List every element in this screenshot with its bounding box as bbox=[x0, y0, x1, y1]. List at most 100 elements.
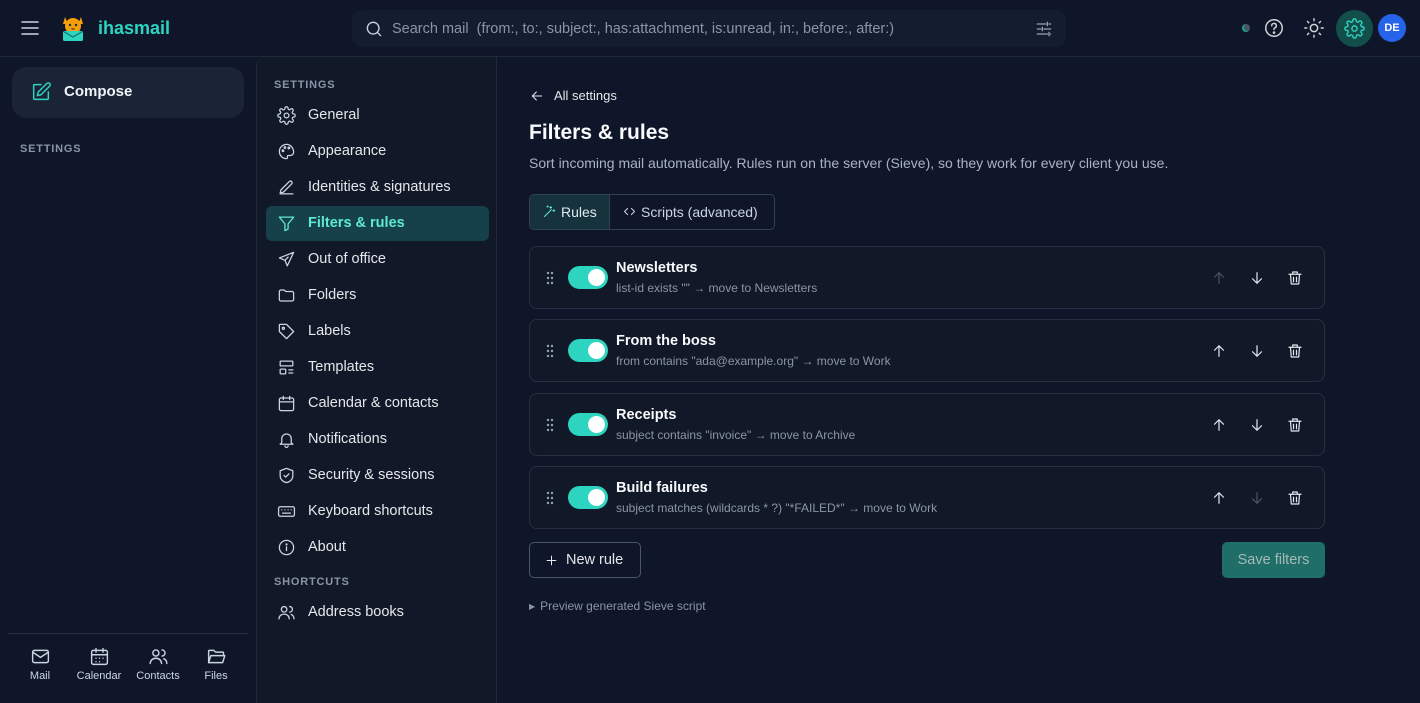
nav-item-keyboard-shortcuts[interactable]: Keyboard shortcuts bbox=[266, 494, 489, 529]
settings-gear-icon[interactable] bbox=[1336, 10, 1373, 47]
tab-scripts-advanced[interactable]: Scripts (advanced) bbox=[610, 195, 774, 229]
bell-icon bbox=[279, 433, 294, 448]
nav-item-general[interactable]: General bbox=[266, 98, 489, 133]
shield-icon bbox=[279, 467, 294, 484]
nav-item-appearance[interactable]: Appearance bbox=[266, 134, 489, 169]
move-down-arrow-icon[interactable] bbox=[1247, 268, 1267, 288]
move-down-arrow-icon[interactable] bbox=[1247, 341, 1267, 361]
app-calendar[interactable]: Calendar bbox=[69, 646, 129, 682]
app-mail[interactable]: Mail bbox=[10, 646, 70, 682]
rule-card: Newsletters list-id exists "" → move to … bbox=[529, 246, 1325, 309]
search-input[interactable] bbox=[392, 10, 1022, 47]
main-content: All settings Filters & rules Sort incomi… bbox=[497, 57, 1420, 703]
nav-item-label: Filters & rules bbox=[308, 215, 405, 231]
rule-description: subject contains "invoice" → move to Arc… bbox=[616, 428, 856, 442]
move-up-arrow-icon[interactable] bbox=[1209, 268, 1229, 288]
pen-icon bbox=[279, 180, 294, 195]
drag-handle-icon[interactable] bbox=[544, 343, 556, 359]
rule-enabled-toggle[interactable] bbox=[568, 266, 608, 289]
ihasmail-logo bbox=[56, 11, 90, 45]
nav-item-identities[interactable]: Identities & signatures bbox=[266, 170, 489, 205]
app-files[interactable]: Files bbox=[186, 646, 246, 682]
nav-item-calendar-contacts[interactable]: Calendar & contacts bbox=[266, 386, 489, 421]
app-contacts[interactable]: Contacts bbox=[128, 646, 188, 682]
nav-item-templates[interactable]: Templates bbox=[266, 350, 489, 385]
nav-item-notifications[interactable]: Notifications bbox=[266, 422, 489, 457]
tab-rules[interactable]: Rules bbox=[530, 195, 610, 229]
rule-name: From the boss bbox=[616, 333, 716, 349]
help-icon[interactable] bbox=[1263, 17, 1285, 39]
move-up-arrow-icon[interactable] bbox=[1209, 341, 1229, 361]
shortcuts-section-label: SHORTCUTS bbox=[274, 576, 350, 588]
disclosure-triangle-icon: ▶ bbox=[529, 602, 536, 611]
tab-rules-label: Rules bbox=[561, 204, 597, 220]
delete-trash-icon[interactable] bbox=[1285, 268, 1305, 288]
user-avatar[interactable]: DE bbox=[1378, 14, 1406, 42]
nav-item-security[interactable]: Security & sessions bbox=[266, 458, 489, 493]
new-rule-label: New rule bbox=[566, 552, 624, 568]
nav-item-out-of-office[interactable]: Out of office bbox=[266, 242, 489, 277]
move-up-arrow-icon[interactable] bbox=[1209, 415, 1229, 435]
save-filters-button[interactable]: Save filters bbox=[1222, 542, 1325, 578]
app-contacts-label: Contacts bbox=[136, 670, 180, 682]
delete-trash-icon[interactable] bbox=[1285, 415, 1305, 435]
rule-enabled-toggle[interactable] bbox=[568, 486, 608, 509]
nav-item-label: Labels bbox=[308, 323, 351, 339]
calendar-icon bbox=[278, 395, 295, 412]
hamburger-menu-icon[interactable] bbox=[18, 16, 42, 40]
palette-icon bbox=[278, 143, 295, 160]
nav-item-label: Identities & signatures bbox=[308, 179, 451, 195]
nav-item-labels[interactable]: Labels bbox=[266, 314, 489, 349]
arrow-left-icon bbox=[531, 91, 543, 101]
nav-item-label: Address books bbox=[308, 604, 404, 620]
template-icon bbox=[279, 360, 294, 375]
search-filters-icon[interactable] bbox=[1034, 19, 1054, 39]
page-title: Filters & rules bbox=[529, 121, 670, 144]
info-icon bbox=[278, 539, 295, 556]
nav-item-address-books[interactable]: Address books bbox=[266, 595, 489, 630]
nav-item-about[interactable]: About bbox=[266, 530, 489, 565]
app-calendar-label: Calendar bbox=[76, 670, 122, 682]
compose-button[interactable]: Compose bbox=[12, 67, 244, 118]
top-bar: ihasmail DE bbox=[0, 0, 1420, 57]
nav-item-label: Security & sessions bbox=[308, 467, 435, 483]
magic-wand-icon bbox=[544, 205, 556, 217]
move-down-arrow-icon[interactable] bbox=[1247, 488, 1267, 508]
delete-trash-icon[interactable] bbox=[1285, 341, 1305, 361]
brand-name[interactable]: ihasmail bbox=[98, 18, 170, 39]
preview-sieve-script-toggle[interactable]: ▶ Preview generated Sieve script bbox=[529, 599, 706, 613]
nav-item-label: Templates bbox=[308, 359, 375, 375]
settings-nav: SETTINGS General Appearance Identities &… bbox=[256, 57, 497, 703]
rule-name: Newsletters bbox=[616, 260, 698, 276]
drag-handle-icon[interactable] bbox=[544, 490, 556, 506]
rule-name: Build failures bbox=[616, 480, 708, 496]
nav-item-label: Keyboard shortcuts bbox=[308, 503, 433, 519]
plus-icon bbox=[546, 555, 557, 566]
delete-trash-icon[interactable] bbox=[1285, 488, 1305, 508]
tag-icon bbox=[278, 323, 295, 340]
nav-item-folders[interactable]: Folders bbox=[266, 278, 489, 313]
drag-handle-icon[interactable] bbox=[544, 270, 556, 286]
rail-section-label: SETTINGS bbox=[20, 143, 82, 155]
move-up-arrow-icon[interactable] bbox=[1209, 488, 1229, 508]
rule-enabled-toggle[interactable] bbox=[568, 339, 608, 362]
nav-item-label: General bbox=[308, 107, 360, 123]
rule-enabled-toggle[interactable] bbox=[568, 413, 608, 436]
move-down-arrow-icon[interactable] bbox=[1247, 415, 1267, 435]
nav-item-label: Appearance bbox=[308, 143, 387, 159]
contacts-icon bbox=[148, 649, 168, 665]
theme-sun-icon[interactable] bbox=[1303, 17, 1325, 39]
back-label: All settings bbox=[554, 88, 617, 103]
page-subtitle: Sort incoming mail automatically. Rules … bbox=[529, 155, 1169, 171]
connection-status-dot bbox=[1242, 24, 1250, 32]
plane-icon bbox=[278, 251, 295, 267]
nav-item-label: Notifications bbox=[308, 431, 387, 447]
drag-handle-icon[interactable] bbox=[544, 417, 556, 433]
rule-card: Build failures subject matches (wildcard… bbox=[529, 466, 1325, 529]
folder-icon bbox=[278, 289, 295, 302]
folder-open-icon bbox=[207, 649, 226, 664]
nav-item-filters[interactable]: Filters & rules bbox=[266, 206, 489, 241]
nav-item-label: Folders bbox=[308, 287, 357, 303]
new-rule-button[interactable]: New rule bbox=[529, 542, 641, 578]
rule-description: list-id exists "" → move to Newsletters bbox=[616, 281, 818, 295]
